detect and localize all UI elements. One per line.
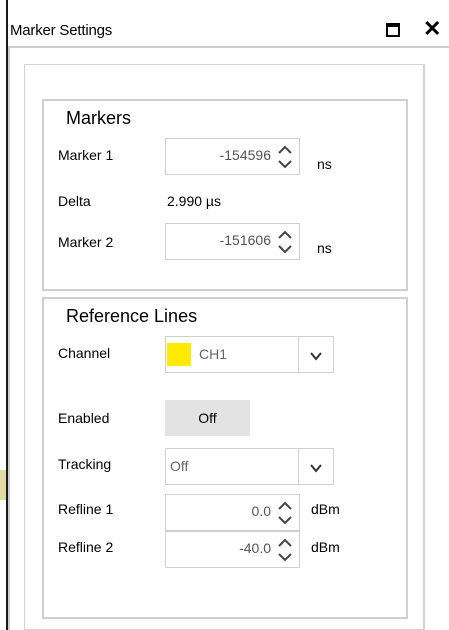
refline1-spinbox[interactable]: 0.0	[165, 494, 300, 531]
tracking-dropdown[interactable]: Off	[165, 448, 334, 485]
reference-lines-title: Reference Lines	[66, 306, 198, 326]
close-icon[interactable]: ✕	[423, 15, 441, 43]
refline2-unit: dBm	[311, 539, 340, 555]
channel-label: Channel	[58, 345, 111, 361]
refline1-label: Refline 1	[58, 501, 114, 517]
refline2-value: -40.0	[239, 540, 271, 556]
marker2-value: -151606	[219, 232, 271, 248]
background-accent	[0, 470, 6, 500]
chevron-down-icon[interactable]	[309, 349, 323, 367]
marker1-value: -154596	[219, 147, 271, 163]
channel-color-swatch	[167, 343, 191, 366]
marker2-unit: ns	[317, 240, 332, 256]
marker2-spinbox[interactable]: -151606	[165, 223, 300, 260]
window-title: Marker Settings	[10, 22, 113, 39]
markers-title: Markers	[66, 108, 132, 128]
marker1-label: Marker 1	[58, 147, 114, 163]
tracking-label: Tracking	[58, 456, 112, 472]
enabled-toggle-button[interactable]: Off	[165, 400, 250, 436]
chevron-down-icon[interactable]	[309, 461, 323, 479]
enabled-label: Enabled	[58, 410, 110, 426]
refline2-label: Refline 2	[58, 539, 114, 555]
spin-arrows-icon[interactable]	[275, 498, 295, 528]
channel-dropdown[interactable]: CH1	[165, 336, 334, 373]
delta-label: Delta	[58, 193, 91, 209]
marker1-spinbox[interactable]: -154596	[165, 138, 300, 175]
panel-divider	[424, 64, 425, 630]
tracking-value: Off	[170, 458, 189, 474]
spin-arrows-icon[interactable]	[275, 142, 295, 172]
window-left-border	[0, 0, 8, 630]
dropdown-separator	[298, 337, 299, 372]
spin-arrows-icon[interactable]	[275, 227, 295, 257]
delta-value: 2.990 µs	[167, 193, 221, 209]
maximize-icon[interactable]	[386, 23, 400, 37]
marker1-unit: ns	[317, 156, 332, 172]
marker2-label: Marker 2	[58, 234, 114, 250]
dropdown-separator	[298, 449, 299, 484]
channel-value: CH1	[199, 346, 228, 362]
spin-arrows-icon[interactable]	[275, 535, 295, 565]
refline2-spinbox[interactable]: -40.0	[165, 531, 300, 568]
refline1-unit: dBm	[311, 501, 340, 517]
refline1-value: 0.0	[251, 503, 271, 519]
